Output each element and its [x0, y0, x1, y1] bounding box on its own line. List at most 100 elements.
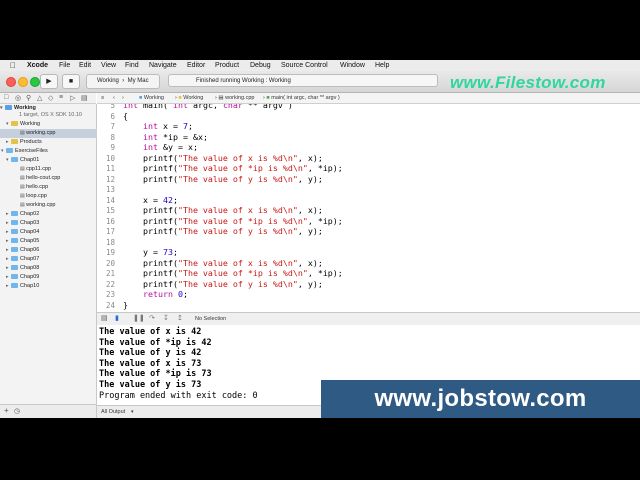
code-line[interactable]: printf("The value of y is %d\n", y);	[123, 174, 323, 184]
line-number: 24	[105, 300, 115, 310]
tree-item-chap03[interactable]: ▸ Chap03	[0, 219, 102, 228]
scheme-selector[interactable]: Working › My Mac	[86, 74, 160, 89]
tree-item-chap02[interactable]: ▸ Chap02	[0, 210, 102, 219]
folder-icon	[11, 247, 18, 253]
line-number: 10	[105, 153, 115, 163]
code-line[interactable]: y = 73;	[123, 247, 178, 257]
tree-item-chap01[interactable]: ▾ Chap01	[0, 156, 102, 165]
menu-editor[interactable]: Editor	[187, 60, 205, 71]
breakpoint-icon[interactable]: ▷	[70, 94, 75, 102]
tree-item-chap09[interactable]: ▸ Chap09	[0, 273, 102, 282]
code-line[interactable]: printf("The value of x is %d\n", x);	[123, 258, 323, 268]
tree-item-chap08[interactable]: ▸ Chap08	[0, 264, 102, 273]
menu-xcode[interactable]: Xcode	[27, 60, 48, 71]
watermark-filestow: www.Filestow.com	[450, 73, 606, 92]
code-line[interactable]: printf("The value of x is %d\n", x);	[123, 153, 323, 163]
folder-icon	[11, 220, 18, 226]
symbol-icon[interactable]: ◎	[15, 94, 21, 102]
folder-icon	[11, 274, 18, 280]
breadcrumb-file[interactable]: › ▤ working.cpp	[215, 93, 254, 103]
folder-icon[interactable]: □	[4, 94, 8, 101]
line-number: 11	[105, 164, 115, 173]
code-line[interactable]: printf("The value of *ip is %d\n", *ip);	[123, 216, 343, 226]
menu-file[interactable]: File	[59, 60, 70, 71]
folder-icon	[11, 229, 18, 235]
breakpoints-toggle-icon[interactable]: ▮	[115, 313, 119, 325]
clock-icon[interactable]: ◷	[14, 407, 20, 415]
code-line[interactable]: int &y = x;	[123, 142, 198, 152]
tree-item-products[interactable]: ▸ Products	[0, 138, 102, 147]
menu-edit[interactable]: Edit	[79, 60, 91, 71]
navigator-selector-bar: □ ◎ ⚲ △ ◇ ≡ ▷ ▤	[0, 93, 96, 104]
menu-window[interactable]: Window	[340, 60, 365, 71]
group-icon	[11, 121, 18, 127]
cpp-file-icon: ▤	[218, 95, 224, 101]
tree-item-chap05[interactable]: ▸ Chap05	[0, 237, 102, 246]
line-number: 23	[105, 290, 115, 299]
line-number: 22	[105, 279, 115, 289]
back-icon[interactable]: ‹	[113, 93, 115, 103]
scheme-target: Working	[97, 78, 119, 84]
stop-icon: ■	[68, 78, 74, 85]
code-line[interactable]: printf("The value of *ip is %d\n", *ip);	[123, 268, 343, 278]
watermark-jobstow: www.jobstow.com	[321, 380, 640, 418]
line-number: 6	[110, 111, 115, 121]
step-out-icon[interactable]: ↥	[177, 313, 183, 325]
menu-debug[interactable]: Debug	[250, 60, 271, 71]
warning-icon[interactable]: △	[37, 94, 42, 102]
tree-item-chap07[interactable]: ▸ Chap07	[0, 255, 102, 264]
menu-find[interactable]: Find	[125, 60, 139, 71]
line-number: 13	[105, 185, 115, 194]
code-line[interactable]: int x = 7;	[123, 121, 193, 131]
navigator-filter-bar: + ◷	[0, 404, 97, 418]
menu-source-control[interactable]: Source Control	[281, 60, 328, 71]
menu-help[interactable]: Help	[375, 60, 389, 71]
tree-item-exercisefiles[interactable]: ▾ ExerciseFiles	[0, 147, 97, 156]
tree-item-chap10[interactable]: ▸ Chap10	[0, 282, 102, 291]
apple-icon[interactable]: 	[10, 60, 16, 71]
line-number: 14	[105, 195, 115, 205]
step-in-icon[interactable]: ↧	[163, 313, 169, 325]
line-number: 8	[110, 132, 115, 142]
related-items-icon[interactable]: ≡	[101, 93, 104, 103]
toolbar: ▶ ■ Working › My Mac Finished running Wo…	[0, 71, 640, 93]
breadcrumb-group[interactable]: › ■ Working	[175, 93, 203, 103]
add-icon[interactable]: +	[4, 406, 9, 415]
minimize-window-button[interactable]	[18, 77, 28, 87]
run-button[interactable]: ▶	[40, 74, 58, 89]
code-line[interactable]: int *ip = &x;	[123, 132, 208, 142]
line-number: 19	[105, 248, 115, 257]
code-line[interactable]: x = 42;	[123, 195, 178, 205]
hide-debug-area-icon[interactable]: ▤	[101, 313, 108, 325]
line-number: 20	[105, 258, 115, 268]
line-number-gutter: 5 6 7 8 9 10 11 12 13 14 15 16 17 18 19 20 21 22 23 24	[97, 104, 117, 310]
report-icon[interactable]: ▤	[81, 94, 88, 102]
menu-view[interactable]: View	[101, 60, 116, 71]
stop-button[interactable]: ■	[62, 74, 80, 89]
code-line[interactable]: printf("The value of x is %d\n", x);	[123, 205, 323, 215]
test-icon[interactable]: ◇	[48, 94, 53, 102]
menu-navigate[interactable]: Navigate	[149, 60, 177, 71]
step-over-icon[interactable]: ↷	[149, 313, 155, 325]
forward-icon[interactable]: ›	[122, 93, 124, 103]
breadcrumb-function[interactable]: › ■ main( int argc, char ** argv )	[263, 93, 340, 103]
code-line[interactable]: }	[123, 300, 128, 310]
code-line[interactable]: printf("The value of y is %d\n", y);	[123, 226, 323, 236]
close-window-button[interactable]	[6, 77, 16, 87]
code-line[interactable]: {	[123, 111, 128, 121]
source-editor[interactable]: 5 6 7 8 9 10 11 12 13 14 15 16 17 18 19 20 21 22 23 24 int …	[97, 104, 640, 310]
code-line[interactable]: printf("The value of y is %d\n", y);	[123, 279, 323, 289]
code-line[interactable]: return 0;	[123, 289, 188, 299]
search-icon[interactable]: ⚲	[26, 94, 31, 102]
zoom-window-button[interactable]	[30, 77, 40, 87]
breadcrumb-project[interactable]: ■ Working	[139, 93, 164, 103]
menu-product[interactable]: Product	[215, 60, 239, 71]
code-line[interactable]: printf("The value of *ip is %d\n", *ip);	[123, 163, 343, 173]
tree-item-chap06[interactable]: ▸ Chap06	[0, 246, 102, 255]
tree-item-chap04[interactable]: ▸ Chap04	[0, 228, 102, 237]
code-line[interactable]: int main( int argc, char ** argv )	[123, 104, 293, 110]
pause-icon[interactable]: ❚❚	[133, 313, 145, 325]
tree-item-working-group[interactable]: ▾ Working	[0, 120, 102, 129]
output-filter-select[interactable]: All Output	[101, 406, 125, 418]
debug-icon[interactable]: ≡	[59, 94, 63, 101]
